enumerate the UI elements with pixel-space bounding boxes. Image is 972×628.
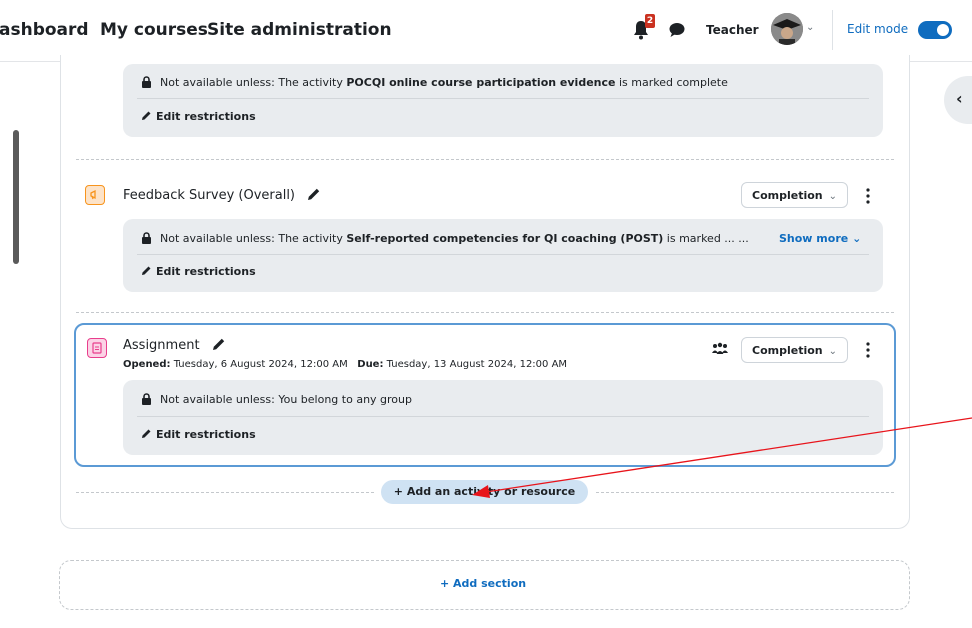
opened-label: Opened: (123, 359, 171, 370)
restriction-box-previous: Not available unless: The activity POCQI… (123, 64, 883, 137)
top-navbar: ashboard My courses Site administration … (0, 0, 972, 62)
edit-mode-label[interactable]: Edit mode (847, 22, 908, 36)
assignment-completion-dropdown[interactable]: Completion ⌄ (741, 337, 849, 363)
completion-label: Completion (752, 344, 823, 357)
lock-icon (142, 76, 151, 88)
lock-icon (142, 393, 151, 405)
nav-site-administration[interactable]: Site administration (207, 20, 392, 40)
add-activity-separator-left (76, 492, 374, 493)
feedback-restriction-box: Not available unless: The activity Self-… (123, 219, 883, 292)
assignment-restriction-text: Not available unless: You belong to any … (141, 393, 412, 406)
opened-value: Tuesday, 6 August 2024, 12:00 AM (173, 359, 348, 370)
restriction-prefix: Not available unless: The activity (160, 232, 347, 245)
restriction-activity: POCQI online course participation eviden… (346, 76, 616, 89)
feedback-activity-title[interactable]: Feedback Survey (Overall) (123, 187, 321, 203)
chevron-down-icon: ⌄ (828, 191, 838, 202)
restriction-divider (137, 254, 869, 255)
user-avatar[interactable] (771, 13, 803, 45)
restriction-text: Not available unless: You belong to any … (160, 393, 412, 406)
activity-separator (76, 312, 894, 313)
due-value: Tuesday, 13 August 2024, 12:00 AM (386, 359, 568, 370)
completion-label: Completion (752, 189, 823, 202)
nav-my-courses[interactable]: My courses (100, 20, 208, 40)
assignment-activity-title[interactable]: Assignment (123, 337, 226, 353)
document-icon (92, 342, 102, 354)
megaphone-icon (90, 189, 96, 200)
page-scrollbar-thumb[interactable] (13, 130, 19, 264)
add-section-button[interactable]: + Add section (440, 577, 526, 590)
assignment-icon (87, 338, 107, 358)
restriction-divider (137, 416, 869, 417)
edit-restrictions-link[interactable]: Edit restrictions (141, 110, 256, 123)
activity-separator (76, 159, 894, 160)
user-menu-chevron-down-icon[interactable]: ⌄ (806, 22, 814, 33)
assignment-actions-kebab-icon[interactable] (863, 341, 873, 359)
avatar-image (771, 13, 803, 45)
notification-count-badge: 2 (645, 14, 655, 28)
restriction-prefix: Not available unless: The activity (160, 76, 347, 89)
edit-title-pencil-icon[interactable] (307, 187, 321, 201)
lock-icon (142, 232, 151, 244)
edit-mode-toggle[interactable] (918, 21, 952, 39)
feedback-icon (85, 185, 105, 205)
messages-chat-icon[interactable] (668, 22, 686, 38)
due-label: Due: (357, 359, 384, 370)
add-activity-separator-right (596, 492, 894, 493)
assignment-dates: Opened: Tuesday, 6 August 2024, 12:00 AM… (123, 359, 567, 370)
pencil-icon (142, 111, 151, 120)
nav-divider (832, 10, 833, 50)
feedback-completion-dropdown[interactable]: Completion ⌄ (741, 182, 849, 208)
restriction-activity: Self-reported competencies for QI coachi… (346, 232, 664, 245)
show-more-label[interactable]: Show more (779, 232, 848, 245)
restriction-divider (137, 98, 869, 99)
assignment-title-text[interactable]: Assignment (123, 338, 200, 353)
assignment-restriction-box: Not available unless: You belong to any … (123, 380, 883, 455)
user-name[interactable]: Teacher (706, 23, 759, 37)
pencil-icon (142, 429, 151, 438)
feedback-restriction-text: Not available unless: The activity Self-… (141, 232, 749, 245)
chevron-down-icon: ⌄ (852, 232, 862, 245)
show-more-link[interactable]: Show more ⌄ (779, 232, 861, 245)
restriction-text-row: Not available unless: The activity POCQI… (141, 76, 728, 89)
pencil-icon (142, 266, 151, 275)
nav-dashboard[interactable]: ashboard (0, 20, 89, 40)
add-activity-or-resource-button[interactable]: + Add an activity or resource (381, 480, 588, 504)
group-mode-icon[interactable] (711, 342, 729, 356)
feedback-actions-kebab-icon[interactable] (863, 187, 873, 205)
chevron-left-icon: ‹ (956, 89, 963, 108)
restriction-suffix: is marked complete (615, 76, 728, 89)
open-block-drawer-button[interactable]: ‹ (944, 76, 972, 124)
chevron-down-icon: ⌄ (828, 346, 838, 357)
edit-title-pencil-icon[interactable] (212, 337, 226, 351)
restriction-suffix: is marked ... ... (663, 232, 749, 245)
edit-restrictions-link[interactable]: Edit restrictions (141, 428, 256, 441)
feedback-title-text[interactable]: Feedback Survey (Overall) (123, 188, 295, 203)
edit-restrictions-link[interactable]: Edit restrictions (141, 265, 256, 278)
